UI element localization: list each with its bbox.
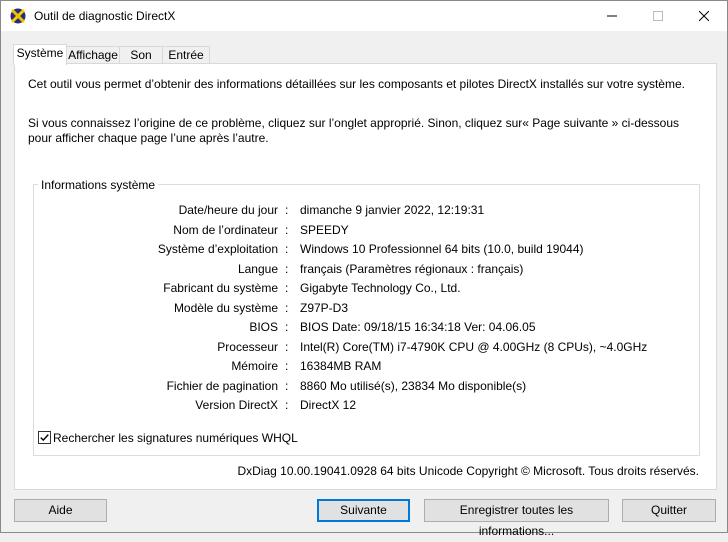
info-colon: : (285, 359, 289, 373)
info-colon: : (285, 203, 289, 217)
system-tab-panel: Cet outil vous permet d’obtenir des info… (14, 63, 717, 490)
info-label: BIOS (249, 320, 278, 334)
next-button[interactable]: Suivante (317, 499, 410, 522)
tab-entree[interactable]: Entrée (162, 46, 210, 64)
info-row-manufacturer: Fabricant du système : Gigabyte Technolo… (34, 281, 694, 300)
info-value: dimanche 9 janvier 2022, 12:19:31 (300, 203, 485, 217)
title-bar[interactable]: Outil de diagnostic DirectX (1, 1, 727, 31)
info-colon: : (285, 261, 289, 276)
info-value: 8860 Mo utilisé(s), 23834 Mo disponible(… (300, 378, 527, 393)
info-row-pagefile: Fichier de pagination : 8860 Mo utilisé(… (34, 379, 694, 398)
info-value: Intel(R) Core(TM) i7-4790K CPU @ 4.00GHz… (300, 339, 648, 354)
info-value: Z97P-D3 (300, 300, 349, 315)
info-colon: : (285, 339, 289, 354)
directx-icon (10, 8, 26, 24)
info-colon: : (285, 300, 289, 315)
whql-checkbox[interactable] (38, 431, 51, 444)
save-all-button[interactable]: Enregistrer toutes les informations... (424, 499, 609, 538)
maximize-button[interactable] (635, 1, 681, 31)
info-row-bios: BIOS : BIOS Date: 09/18/15 16:34:18 Ver:… (34, 320, 694, 339)
close-icon (699, 11, 709, 21)
info-colon: : (285, 222, 289, 237)
minimize-icon (607, 11, 617, 21)
info-row-directx-version: Version DirectX : DirectX 12 (34, 398, 694, 417)
info-label: Modèle du système (173, 300, 278, 315)
info-value: Gigabyte Technology Co., Ltd. (300, 281, 461, 295)
info-label: Langue (237, 261, 278, 276)
minimize-button[interactable] (589, 1, 635, 31)
info-label: Nom de l’ordinateur (173, 222, 278, 237)
info-row-date: Date/heure du jour : dimanche 9 janvier … (34, 203, 694, 222)
window-title: Outil de diagnostic DirectX (34, 9, 176, 23)
info-label: Mémoire (231, 359, 278, 373)
info-value: BIOS Date: 09/18/15 16:34:18 Ver: 04.06.… (300, 320, 536, 334)
copyright-text: DxDiag 10.00.19041.0928 64 bits Unicode … (237, 464, 699, 478)
info-row-model: Modèle du système : Z97P-D3 (34, 301, 694, 320)
maximize-icon (653, 11, 663, 21)
intro-text: Cet outil vous permet d’obtenir des info… (28, 77, 685, 91)
info-row-processor: Processeur : Intel(R) Core(TM) i7-4790K … (34, 340, 694, 359)
tab-son[interactable]: Son (119, 46, 163, 64)
directx-window: Outil de diagnostic DirectX Système Affi… (0, 0, 728, 538)
info-value: 16384MB RAM (300, 359, 382, 373)
info-row-computer-name: Nom de l’ordinateur : SPEEDY (34, 223, 694, 242)
whql-checkbox-label[interactable]: Rechercher les signatures numériques WHQ… (53, 431, 298, 445)
close-button[interactable] (681, 1, 727, 31)
info-colon: : (285, 281, 289, 295)
system-info-group: Informations système Date/heure du jour … (33, 178, 700, 456)
instructions-text: Si vous connaissez l’origine de ce probl… (28, 116, 680, 145)
info-colon: : (285, 242, 289, 256)
tab-affichage[interactable]: Affichage (66, 46, 120, 64)
info-row-os: Système d’exploitation : Windows 10 Prof… (34, 242, 694, 261)
info-row-memory: Mémoire : 16384MB RAM (34, 359, 694, 378)
info-label: Fabricant du système (163, 281, 278, 295)
info-value: français (Paramètres régionaux : françai… (300, 261, 524, 276)
quit-button[interactable]: Quitter (622, 499, 716, 522)
info-label: Fichier de pagination (166, 378, 278, 393)
help-button[interactable]: Aide (14, 499, 107, 522)
tab-systeme[interactable]: Système (13, 44, 67, 65)
info-colon: : (285, 378, 289, 393)
group-title: Informations système (38, 178, 159, 192)
info-label: Processeur (217, 339, 278, 354)
info-label: Version DirectX (195, 398, 278, 412)
info-row-language: Langue : français (Paramètres régionaux … (34, 262, 694, 281)
info-value: Windows 10 Professionnel 64 bits (10.0, … (300, 242, 584, 256)
info-label: Système d’exploitation (157, 242, 278, 256)
info-value: SPEEDY (300, 222, 349, 237)
info-colon: : (285, 320, 289, 334)
info-label: Date/heure du jour (178, 203, 278, 217)
info-colon: : (285, 398, 289, 412)
info-value: DirectX 12 (300, 398, 357, 412)
